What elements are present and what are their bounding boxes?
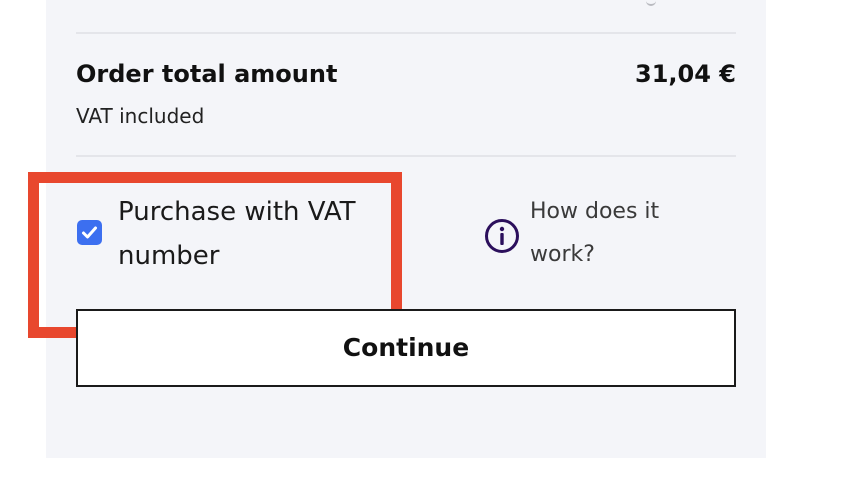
divider <box>76 32 736 34</box>
order-total-label: Order total amount <box>76 60 338 88</box>
continue-button[interactable]: Continue <box>76 309 736 387</box>
divider <box>76 155 736 157</box>
vat-included-note: VAT included <box>76 104 205 128</box>
info-icon[interactable] <box>484 218 520 258</box>
how-does-it-work-link[interactable]: How does it work? <box>530 190 700 276</box>
order-total-amount: 31,04 € <box>635 60 736 88</box>
